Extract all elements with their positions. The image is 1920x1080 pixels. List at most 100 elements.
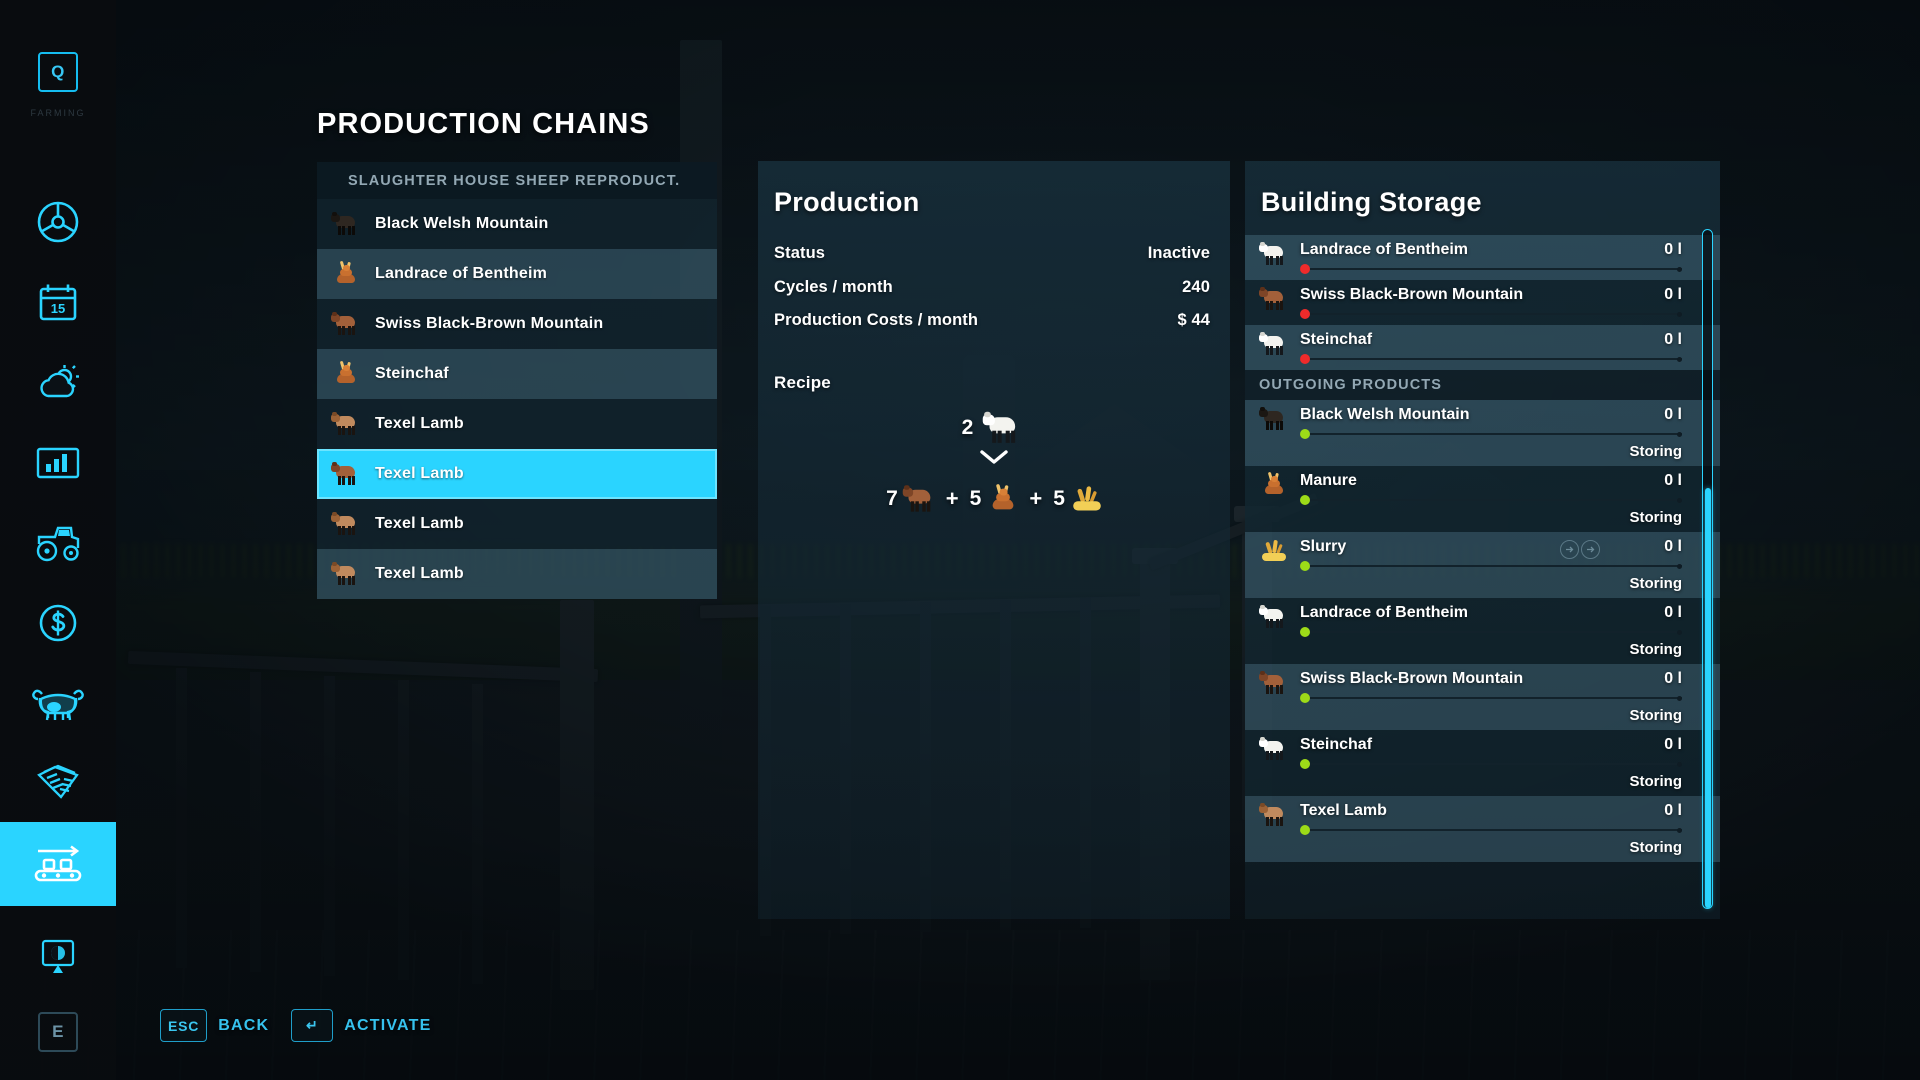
- storage-fill-bar: [1300, 264, 1682, 274]
- manure-icon: [331, 360, 361, 387]
- esc-key-icon[interactable]: ESC: [160, 1009, 208, 1042]
- sheep-black-icon: [1259, 406, 1289, 432]
- storage-row[interactable]: Landrace of Bentheim Storing 0 l: [1245, 598, 1720, 664]
- left-sidebar: Q FARMING 15 E: [0, 0, 116, 1080]
- storage-row-name: Landrace of Bentheim: [1300, 604, 1469, 621]
- storage-fill-bar: [1300, 561, 1682, 571]
- svg-text:15: 15: [51, 301, 65, 316]
- storage-row-name: Swiss Black-Brown Mountain: [1300, 286, 1524, 303]
- sidebar-item-exit-key[interactable]: E: [0, 990, 116, 1074]
- storage-fill-bar: [1300, 759, 1682, 769]
- bottom-action-bar: ESC BACK ↵ ACTIVATE: [160, 1009, 431, 1042]
- sidebar-item-production[interactable]: [0, 822, 116, 906]
- storage-row[interactable]: Swiss Black-Brown Mountain Storing 0 l: [1245, 664, 1720, 730]
- sheep-brown-icon: [331, 461, 361, 487]
- storage-row-amount: 0 l: [1664, 331, 1682, 348]
- storage-row[interactable]: Landrace of Bentheim 0 l: [1245, 235, 1720, 280]
- documents-icon: [31, 761, 85, 805]
- storage-row-name: Steinchaf: [1300, 736, 1373, 753]
- map-icon: [35, 935, 81, 979]
- bottom-action-label: BACK: [218, 1016, 270, 1034]
- sidebar-item-calendar[interactable]: 15: [0, 261, 116, 345]
- list-item[interactable]: Steinchaf: [317, 349, 717, 399]
- q-key-icon: Q: [38, 52, 78, 92]
- distribute-icon[interactable]: [1560, 540, 1579, 559]
- list-item[interactable]: Texel Lamb: [317, 449, 717, 499]
- storage-row-name: Slurry: [1300, 538, 1347, 555]
- e-key-label: E: [52, 1022, 64, 1041]
- sheep-brown-icon: [902, 484, 938, 514]
- sell-icon[interactable]: [1581, 540, 1600, 559]
- enter-key-icon[interactable]: ↵: [291, 1009, 334, 1042]
- storage-row-status: Storing: [1629, 707, 1683, 724]
- storage-row[interactable]: Steinchaf Storing 0 l: [1245, 730, 1720, 796]
- manure-icon: [1259, 471, 1289, 498]
- list-item-label: Texel Lamb: [375, 515, 464, 532]
- sidebar-item-animals[interactable]: [0, 661, 116, 745]
- sheep-white-icon: [1259, 331, 1289, 357]
- storage-row[interactable]: Texel Lamb Storing 0 l: [1245, 796, 1720, 862]
- storage-row-status: Storing: [1629, 575, 1683, 592]
- list-item[interactable]: Texel Lamb: [317, 499, 717, 549]
- sidebar-item-contracts[interactable]: [0, 741, 116, 825]
- sheep-white-icon: [983, 410, 1024, 445]
- sheep-white-icon: [1259, 604, 1289, 630]
- production-stat-label: Status: [774, 244, 826, 262]
- building-storage-panel: Building Storage Landrace of Bentheim 0 l…: [1245, 161, 1720, 919]
- storage-scrollbar[interactable]: [1702, 229, 1713, 909]
- storage-row-name: Landrace of Bentheim: [1300, 241, 1469, 258]
- storage-row-status: Storing: [1629, 509, 1683, 526]
- storage-fill-indicator: [1300, 354, 1310, 364]
- sidebar-item-statistics[interactable]: [0, 421, 116, 505]
- list-item[interactable]: Texel Lamb: [317, 399, 717, 449]
- recipe-diagram: 2 7 +5 +5: [758, 411, 1230, 514]
- storage-section-header: OUTGOING PRODUCTS: [1245, 370, 1720, 400]
- storage-row-amount: 0 l: [1664, 736, 1682, 753]
- sidebar-ghost-label: FARMING: [30, 108, 86, 118]
- storage-fill-indicator: [1300, 693, 1310, 703]
- dollar-icon: [35, 600, 81, 646]
- sidebar-item-finances[interactable]: [0, 581, 116, 665]
- bottom-action[interactable]: ↵ ACTIVATE: [291, 1009, 431, 1042]
- steering-wheel-icon: [34, 198, 82, 246]
- recipe-output-amount: 7: [886, 486, 898, 510]
- recipe-output-row: 7 +5 +5: [886, 483, 1102, 514]
- sheep-brown-icon: [1259, 286, 1289, 312]
- storage-row[interactable]: Black Welsh Mountain Storing 0 l: [1245, 400, 1720, 466]
- storage-fill-bar: [1300, 429, 1682, 439]
- storage-fill-bar: [1300, 354, 1682, 364]
- list-item[interactable]: Swiss Black-Brown Mountain: [317, 299, 717, 349]
- recipe-title: Recipe: [774, 372, 831, 392]
- storage-fill-bar: [1300, 495, 1682, 505]
- recipe-input-amount: 2: [961, 415, 974, 439]
- list-item[interactable]: Landrace of Bentheim: [317, 249, 717, 299]
- sidebar-item-steering-wheel[interactable]: [0, 180, 116, 264]
- sidebar-item-weather[interactable]: [0, 341, 116, 425]
- storage-fill-indicator: [1300, 495, 1310, 505]
- sidebar-item-map[interactable]: [0, 915, 116, 999]
- sidebar-item-vehicles[interactable]: [0, 501, 116, 585]
- sidebar-item-quit-key[interactable]: Q: [0, 30, 116, 114]
- conveyor-icon: [30, 842, 86, 886]
- storage-row[interactable]: Swiss Black-Brown Mountain 0 l: [1245, 280, 1720, 325]
- recipe-output-amount: 5: [1053, 486, 1065, 510]
- storage-fill-bar: [1300, 693, 1682, 703]
- storage-row[interactable]: Manure Storing 0 l: [1245, 466, 1720, 532]
- sheep-white-icon: [1259, 736, 1289, 762]
- storage-fill-track: [1300, 695, 1682, 701]
- storage-fill-bar: [1300, 825, 1682, 835]
- list-header: SLAUGHTER HOUSE SHEEP REPRODUCT.: [317, 162, 717, 199]
- weather-icon: [34, 361, 82, 405]
- list-item[interactable]: Texel Lamb: [317, 549, 717, 599]
- storage-row-amount: 0 l: [1664, 241, 1682, 258]
- storage-scrollbar-thumb[interactable]: [1704, 487, 1711, 908]
- chevron-down-icon: [977, 447, 1011, 472]
- storage-row[interactable]: Steinchaf 0 l: [1245, 325, 1720, 370]
- list-item[interactable]: Black Welsh Mountain: [317, 199, 717, 249]
- production-list-panel: SLAUGHTER HOUSE SHEEP REPRODUCT. Black W…: [317, 162, 717, 599]
- storage-fill-track: [1300, 497, 1682, 503]
- production-stat-value: Inactive: [1147, 244, 1210, 262]
- storage-row[interactable]: Slurry Storing 0 l: [1245, 532, 1720, 598]
- bottom-action[interactable]: ESC BACK: [160, 1009, 269, 1042]
- chart-icon: [34, 443, 82, 483]
